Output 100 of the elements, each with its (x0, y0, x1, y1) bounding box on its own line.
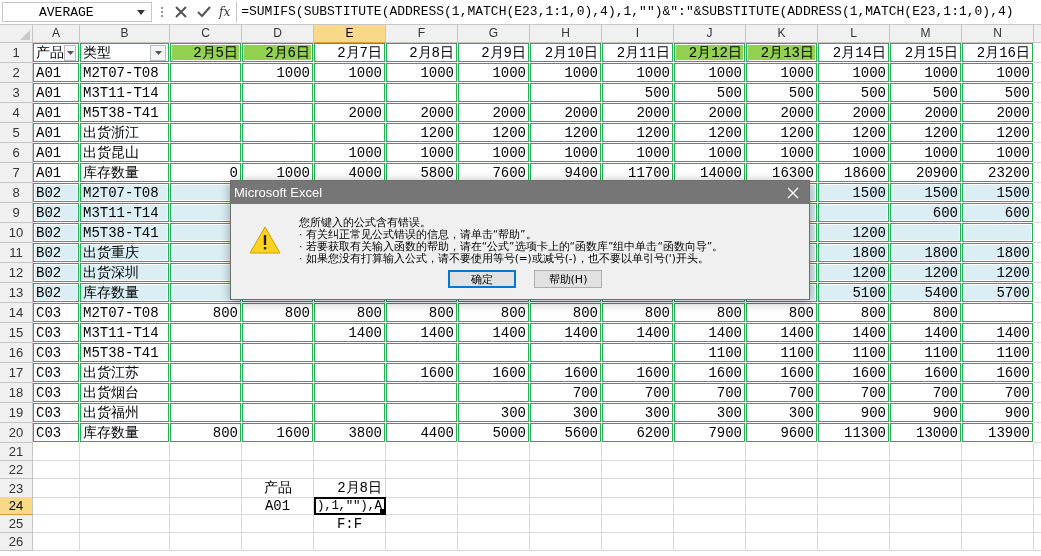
row-header[interactable]: 16 (0, 343, 33, 363)
table-cell: 1000 (530, 63, 602, 83)
table-cell: 5000 (458, 423, 530, 443)
table-cell: 1200 (674, 123, 746, 143)
column-header[interactable]: G (458, 25, 530, 43)
row-header[interactable]: 7 (0, 163, 33, 183)
table-cell: 500 (818, 83, 890, 103)
table-cell: M2T07-T08 (80, 183, 170, 203)
column-header[interactable]: F (386, 25, 458, 43)
table-cell: F:F (314, 515, 386, 533)
table-cell: M2T07-T08 (80, 303, 170, 323)
table-cell: 库存数量 (80, 163, 170, 183)
row-header[interactable]: 2 (0, 63, 33, 83)
table-cell: 1600 (746, 363, 818, 383)
table-cell: 库存数量 (80, 423, 170, 443)
table-cell: 1500 (962, 183, 1034, 203)
column-header[interactable]: K (746, 25, 818, 43)
column-header[interactable]: D (242, 25, 314, 43)
row-header[interactable]: 13 (0, 283, 33, 303)
table-cell: M3T11-T14 (80, 83, 170, 103)
table-cell: 1200 (746, 123, 818, 143)
row-header[interactable]: 11 (0, 243, 33, 263)
cancel-icon[interactable] (175, 6, 187, 18)
row-header[interactable]: 20 (0, 423, 33, 443)
column-header[interactable]: N (962, 25, 1034, 43)
row-header[interactable]: 9 (0, 203, 33, 223)
table-cell: 产品 (242, 479, 314, 498)
table-cell: C03 (33, 323, 80, 343)
table-cell: 1100 (674, 343, 746, 363)
table-cell: 3800 (314, 423, 386, 443)
close-icon[interactable] (787, 186, 799, 199)
row-header[interactable]: 1 (0, 43, 33, 63)
column-header[interactable]: J (674, 25, 746, 43)
help-button[interactable]: 帮助(H) (534, 270, 602, 288)
column-header[interactable]: E (314, 25, 386, 43)
table-cell: 1400 (314, 323, 386, 343)
row-header[interactable]: 3 (0, 83, 33, 103)
column-header[interactable]: C (170, 25, 242, 43)
ok-button[interactable]: 确定 (448, 270, 516, 288)
formula-field[interactable]: =SUMIFS(SUBSTITUTE(ADDRESS(1,MATCH(E23,1:1,0),4),1,"")&":"&SUBSTITUTE(ADDRESS(1,MATCH(E23,1:1,0),4) (236, 1, 1041, 23)
row-header[interactable]: 19 (0, 403, 33, 423)
filter-button[interactable] (150, 44, 166, 61)
table-cell: 2000 (458, 103, 530, 123)
grip-icon (160, 6, 164, 18)
row-header[interactable]: 14 (0, 303, 33, 323)
table-cell: 300 (530, 403, 602, 423)
insert-function-button[interactable]: fx (219, 5, 231, 19)
table-cell: 1000 (962, 143, 1034, 163)
cell-editor[interactable]: ),1,""),A (317, 499, 382, 513)
table-cell: 1000 (746, 143, 818, 163)
table-cell: 700 (746, 383, 818, 403)
row-header[interactable]: 21 (0, 443, 33, 461)
table-cell: 1000 (962, 63, 1034, 83)
row-header[interactable]: 8 (0, 183, 33, 203)
check-icon[interactable] (197, 6, 211, 18)
table-cell: 出货福州 (80, 403, 170, 423)
table-cell: 2月11日 (602, 43, 674, 63)
table-cell: 2000 (314, 103, 386, 123)
table-cell: C03 (33, 423, 80, 443)
row-header[interactable]: 22 (0, 461, 33, 479)
table-cell: 2000 (962, 103, 1034, 123)
row-header[interactable]: 15 (0, 323, 33, 343)
table-cell: 800 (674, 303, 746, 323)
table-cell: 1100 (890, 343, 962, 363)
table-cell: 700 (818, 383, 890, 403)
fill-handle[interactable] (380, 509, 384, 513)
column-header[interactable]: I (602, 25, 674, 43)
table-cell: 2月14日 (818, 43, 890, 63)
column-header[interactable]: M (890, 25, 962, 43)
table-cell: 1000 (818, 63, 890, 83)
column-title: 产品 (36, 43, 64, 62)
table-cell: 11700 (602, 163, 674, 183)
table-cell: C03 (33, 403, 80, 423)
row-header[interactable]: 18 (0, 383, 33, 403)
column-header[interactable]: L (818, 25, 890, 43)
filter-button[interactable] (64, 44, 76, 61)
caret-icon (66, 50, 74, 55)
table-cell: 1200 (962, 123, 1034, 143)
table-cell: 1000 (530, 143, 602, 163)
table-cell: 800 (314, 303, 386, 323)
table-cell: 出货深圳 (80, 263, 170, 283)
table-cell: 1000 (818, 143, 890, 163)
row-header[interactable]: 4 (0, 103, 33, 123)
table-cell: A01 (33, 103, 80, 123)
table-cell: 5100 (818, 283, 890, 303)
table-cell: 出货江苏 (80, 363, 170, 383)
row-header[interactable]: 25 (0, 515, 33, 533)
row-header[interactable]: 26 (0, 533, 33, 551)
column-header[interactable]: A (33, 25, 80, 43)
table-cell: 500 (602, 83, 674, 103)
name-box[interactable]: AVERAGE (2, 2, 152, 22)
row-header[interactable]: 17 (0, 363, 33, 383)
row-header[interactable]: 6 (0, 143, 33, 163)
table-cell: 出货浙江 (80, 123, 170, 143)
row-header[interactable]: 5 (0, 123, 33, 143)
row-header[interactable]: 12 (0, 263, 33, 283)
column-header[interactable]: B (80, 25, 170, 43)
row-header[interactable]: 10 (0, 223, 33, 243)
row-header[interactable]: 24 (0, 497, 33, 515)
column-header[interactable]: H (530, 25, 602, 43)
